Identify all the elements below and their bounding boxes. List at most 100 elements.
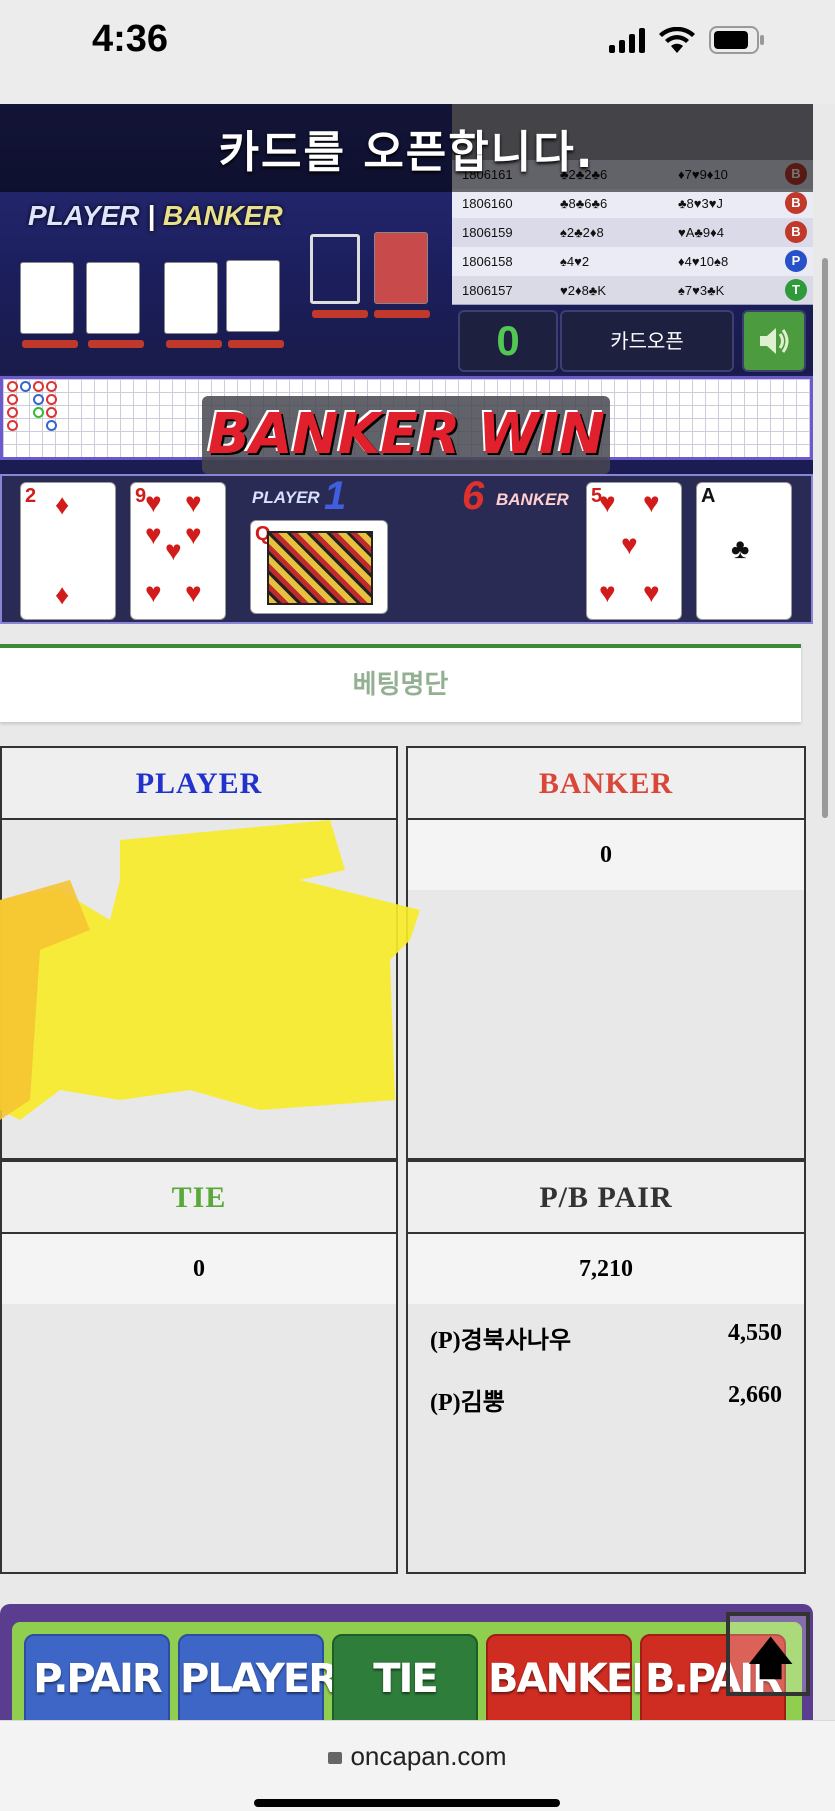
card-suit: ♥	[643, 487, 660, 518]
table-card	[226, 260, 280, 332]
road-bead	[46, 407, 57, 418]
browser-address-bar[interactable]: oncapan.com	[0, 1720, 835, 1811]
history-result-badge: B	[785, 192, 807, 214]
scrollbar[interactable]	[822, 258, 828, 818]
card-suit: ♥	[643, 577, 660, 608]
card-suit: ♣	[731, 533, 750, 564]
player-card-3: Q	[250, 520, 388, 614]
history-banker-cards: ♥A♣9♦4	[678, 225, 725, 240]
betting-list-header: 베팅명단	[0, 644, 801, 722]
queen-face-icon	[267, 531, 373, 605]
card-suit: ♥	[165, 535, 182, 566]
arrow-up-icon: 🡅	[748, 1634, 794, 1683]
player-bet-panel: PLAYER	[0, 746, 398, 1160]
banker-bet-button[interactable]: BANKER	[486, 1634, 662, 1730]
open-card-button[interactable]: 카드오픈	[560, 310, 734, 372]
card-suit: ♥	[185, 577, 202, 608]
road-bead	[7, 420, 18, 431]
result-cards-bar: PLAYER 1 6 BANKER 2 ♦ ♦ 9 ♥ ♥ ♥ ♥ ♥ ♥ ♥ …	[0, 474, 813, 624]
table-pad	[22, 340, 78, 348]
table-card	[164, 262, 218, 334]
card-suit: ♥	[185, 487, 202, 518]
card-suit: ♦	[55, 579, 70, 610]
status-icons	[609, 26, 765, 54]
card-suit: ♥	[621, 529, 638, 560]
tie-bet-button[interactable]: TIE	[332, 1634, 478, 1730]
history-player-cards: ♠4♥2	[560, 254, 590, 269]
card-suit: ♥	[185, 519, 202, 550]
home-indicator[interactable]	[254, 1799, 560, 1807]
result-banner-text: BANKER WIN	[207, 402, 606, 467]
table-pad	[312, 310, 368, 318]
road-bead	[7, 394, 18, 405]
history-row: 1806157 ♥2♦8♣K ♠7♥3♣K T	[452, 276, 813, 305]
pair-total: 7,210	[408, 1234, 804, 1304]
player-card-2: 9 ♥ ♥ ♥ ♥ ♥ ♥ ♥	[130, 482, 226, 620]
banker-panel-title: BANKER	[408, 748, 804, 820]
card-suit: ♥	[145, 487, 162, 518]
card-suit: ♥	[145, 577, 162, 608]
address-url[interactable]: oncapan.com	[0, 1741, 835, 1772]
card-suit: ♥	[599, 577, 616, 608]
card-suit: ♥	[599, 487, 616, 518]
player-bet-button[interactable]: PLAYER	[178, 1634, 339, 1730]
card-suit: ♦	[55, 489, 70, 520]
card-slot	[310, 234, 360, 304]
history-player-cards: ♠2♣2♦8	[560, 225, 604, 240]
card-shoe	[374, 232, 428, 304]
cellular-signal-icon	[609, 27, 645, 53]
sound-toggle-button[interactable]	[742, 310, 806, 372]
speaker-icon	[760, 328, 789, 354]
banker-card-1: 5 ♥ ♥ ♥ ♥ ♥	[586, 482, 682, 620]
status-bar: 4:36	[0, 0, 835, 104]
table-pad	[374, 310, 430, 318]
table-card	[86, 262, 140, 334]
table-banker-label: BANKER	[162, 200, 283, 231]
table-pad	[88, 340, 144, 348]
history-round-id: 1806159	[462, 225, 513, 240]
history-round-id: 1806157	[462, 283, 513, 298]
banker-total: 0	[408, 820, 804, 890]
history-row: 1806159 ♠2♣2♦8 ♥A♣9♦4 B	[452, 218, 813, 247]
bettor-name: (P)김뿡	[430, 1390, 505, 1416]
road-bead	[7, 381, 18, 392]
wifi-icon	[659, 27, 695, 53]
table-pad	[166, 340, 222, 348]
banker-card-2: A ♣	[696, 482, 792, 620]
tie-total: 0	[2, 1234, 396, 1304]
road-bead	[33, 394, 44, 405]
result-banner: BANKER WIN	[202, 396, 610, 474]
p-pair-bet-button[interactable]: P.PAIR	[24, 1634, 170, 1730]
road-bead	[33, 381, 44, 392]
road-bead	[7, 407, 18, 418]
result-player-score: 1	[324, 474, 347, 518]
player-card-1: 2 ♦ ♦	[20, 482, 116, 620]
screen: 4:36 PLAYER | BANKER 1806160 ♣8♣6♣6 ♣8♥3…	[0, 0, 835, 1811]
url-text: oncapan.com	[350, 1741, 507, 1771]
pair-bet-row: (P)경북사나우 4,550	[408, 1304, 804, 1366]
history-player-cards: ♣8♣6♣6	[560, 196, 608, 211]
history-result-badge: T	[785, 279, 807, 301]
betting-list-title: 베팅명단	[352, 670, 449, 700]
result-banker-label: BANKER	[496, 490, 569, 509]
table-player-label: PLAYER	[28, 200, 140, 231]
table-side-labels: PLAYER | BANKER	[28, 200, 283, 231]
tie-bet-panel: TIE 0	[0, 1160, 398, 1574]
history-row: 1806158 ♠4♥2 ♦4♥10♠8 P	[452, 247, 813, 276]
lock-icon	[328, 1752, 343, 1764]
card-suit: ♥	[145, 519, 162, 550]
road-bead	[20, 381, 31, 392]
history-player-cards: ♥2♦8♣K	[560, 283, 607, 298]
road-bead	[46, 381, 57, 392]
history-banker-cards: ♦4♥10♠8	[678, 254, 729, 269]
game-screen: PLAYER | BANKER 1806161♣2♣2♣6♦7♥9♦10B180…	[0, 104, 813, 624]
bet-amount: 4,550	[728, 1320, 782, 1346]
table-pad	[228, 340, 284, 348]
scroll-to-top-button[interactable]: 🡅	[726, 1612, 810, 1696]
player-panel-title: PLAYER	[2, 748, 396, 820]
table-card	[20, 262, 74, 334]
history-result-badge: B	[785, 221, 807, 243]
history-result-badge: P	[785, 250, 807, 272]
road-bead	[46, 394, 57, 405]
round-counter: 0	[458, 310, 558, 372]
